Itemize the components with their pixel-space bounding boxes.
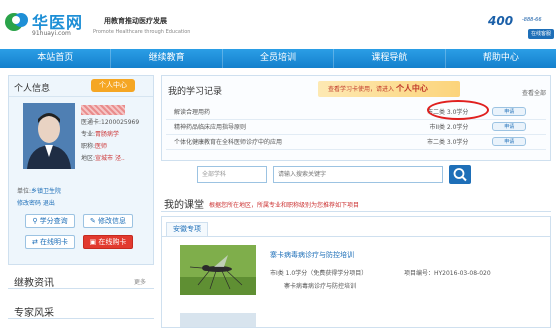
tab-anhui-special[interactable]: 安徽专项 (166, 222, 208, 236)
region-label: 地区: (81, 155, 96, 162)
edit-icon: ✎ (89, 217, 99, 225)
course-credit: 市二类 3.0学分 (426, 139, 469, 146)
course-thumbnail-next[interactable] (180, 313, 256, 327)
region-value: 宣城市 泾.. (95, 155, 125, 162)
learning-records-title: 我的学习记录 (168, 87, 223, 97)
records-table: 解读合理用药 市二类 3.0学分 申请 精神药品临床应用指导原则 市II类 2.… (166, 104, 546, 150)
expert-title: 专家风采 (14, 308, 54, 319)
news-more-link[interactable]: 更多 (134, 277, 146, 286)
my-classroom-header: 我的课堂 根据您所在地区，所属专业和职称级别为您推荐如下项目 (161, 192, 551, 212)
news-section-header: 继教资讯 更多 (8, 271, 154, 289)
course-intro: 寨卡病毒病诊疗与防控培训 (284, 283, 357, 290)
table-row: 解读合理用药 市二类 3.0学分 申请 (166, 104, 546, 119)
highlight-circle-annotation (427, 100, 489, 120)
apply-button[interactable]: 申请 (492, 106, 527, 116)
search-input[interactable] (273, 166, 443, 183)
learning-records-panel: 我的学习记录 查看学习卡使用，请进入 个人中心 查看全部 解读合理用药 市二类 … (161, 75, 551, 161)
promo-strong: 个人中心 (395, 84, 428, 93)
search-icon: ⚲ (32, 217, 40, 225)
left-sidebar: 个人信息 个人中心 医通卡:1200025969 专业:胃肠病学 职称:医师 地… (8, 75, 154, 328)
online-card-button[interactable]: ⇄ 在线明卡 (25, 235, 75, 249)
table-row: 精神药品临床应用指导原则 市II类 2.0学分 申请 (166, 119, 546, 134)
buy-card-label: 在线购卡 (98, 238, 127, 246)
course-name: 解读合理用药 (174, 108, 211, 116)
course-title-link[interactable]: 寨卡病毒病诊疗与防控培训 (270, 250, 354, 260)
online-card-label: 在线明卡 (40, 238, 69, 246)
major-label: 专业: (81, 131, 96, 138)
search-icon (453, 168, 467, 182)
edit-info-button[interactable]: ✎ 修改信息 (83, 214, 133, 228)
unit-value: 乡镇卫生院 (31, 188, 62, 195)
buy-card-button[interactable]: ▣ 在线购卡 (83, 235, 133, 249)
action-buttons-row-1: ⚲ 学分查询 ✎ 修改信息 (25, 214, 133, 228)
title-value: 医师 (95, 143, 108, 150)
my-classroom-title: 我的课堂 (164, 200, 204, 211)
swap-icon: ⇄ (31, 238, 41, 246)
course-name: 精神药品临床应用指导原则 (174, 124, 247, 131)
course-credit-info: 市I类 1.0学分（免费获得学分项目） (270, 270, 368, 277)
divider (9, 96, 153, 97)
course-credit: 市II类 2.0学分 (429, 124, 469, 131)
personal-center-button[interactable]: 个人中心 (91, 79, 135, 92)
account-links[interactable]: 修改密码 退出 (17, 198, 55, 207)
apply-button[interactable]: 申请 (492, 137, 527, 146)
logo-icon (5, 13, 28, 31)
title-line: 职称:医师 (81, 141, 107, 150)
card-number: 医通卡:1200025969 (81, 119, 140, 126)
course-project-number: 项目编号：HY2016-03-08-020 (404, 270, 491, 277)
avatar (23, 103, 75, 169)
edit-info-label: 修改信息 (98, 217, 127, 225)
promo-text: 查看学习卡使用，请进入 (328, 86, 395, 93)
title-label: 职称: (81, 143, 96, 150)
search-bar: 全部学科 (197, 165, 507, 184)
slogan-en: Promote Healthcare through Education (93, 29, 191, 35)
unit-line: 单位:乡镇卫生院 (17, 186, 61, 195)
slogan: 用教育推动医疗发展 (104, 17, 167, 25)
subject-select[interactable]: 全部学科 (197, 166, 267, 183)
online-service-button[interactable]: 在线客服 (528, 29, 554, 39)
expert-section-header: 专家风采 (8, 301, 154, 319)
action-buttons-row-2: ⇄ 在线明卡 ▣ 在线购卡 (25, 235, 133, 249)
main-content: 我的学习记录 查看学习卡使用，请进入 个人中心 查看全部 解读合理用药 市二类 … (161, 75, 551, 328)
nav-help-center[interactable]: 帮助中心 (446, 49, 556, 68)
main-nav: 本站首页 继续教育 全员培训 课程导航 帮助中心 (0, 49, 556, 68)
nav-staff-training[interactable]: 全员培训 (223, 49, 335, 68)
news-title: 继教资讯 (14, 278, 54, 289)
course-thumbnail-mosquito[interactable] (180, 245, 256, 295)
nav-continuing-education[interactable]: 继续教育 (111, 49, 223, 68)
recommendation-note: 根据您所在地区，所属专业和职称级别为您推荐如下项目 (209, 202, 360, 209)
logo-url: 91huayi.com (32, 30, 71, 37)
table-row: 个体化健康教育在全科医师诊疗中的应用 市二类 3.0学分 申请 (166, 134, 546, 149)
hotline: 400 (488, 14, 514, 28)
personal-info-panel: 个人信息 个人中心 医通卡:1200025969 专业:胃肠病学 职称:医师 地… (8, 75, 154, 265)
major-value: 胃肠病学 (95, 131, 120, 138)
region-line: 地区:宣城市 泾.. (81, 153, 125, 162)
nav-course-guide[interactable]: 课程导航 (334, 49, 446, 68)
major-line: 专业:胃肠病学 (81, 129, 119, 138)
course-list-panel: 安徽专项 寨卡病毒病诊疗与防控培训 市I类 1.0学分（免费获得学分项目） 项目… (161, 216, 551, 328)
site-header: 华医网 91huayi.com 用教育推动医疗发展 Promote Health… (0, 0, 556, 48)
nav-home[interactable]: 本站首页 (0, 49, 112, 68)
personal-info-title: 个人信息 (14, 84, 51, 94)
apply-button[interactable]: 申请 (492, 122, 527, 131)
divider (162, 236, 550, 237)
unit-label: 单位: (17, 188, 32, 195)
search-button[interactable] (449, 165, 471, 184)
credit-query-button[interactable]: ⚲ 学分查询 (25, 214, 75, 228)
user-name-redacted (81, 105, 125, 115)
credit-query-label: 学分查询 (39, 217, 68, 225)
course-name: 个体化健康教育在全科医师诊疗中的应用 (174, 139, 283, 146)
hotline-suffix: -888-66 (522, 17, 542, 23)
promo-banner[interactable]: 查看学习卡使用，请进入 个人中心 (318, 81, 460, 97)
view-all-link[interactable]: 查看全部 (522, 88, 546, 97)
